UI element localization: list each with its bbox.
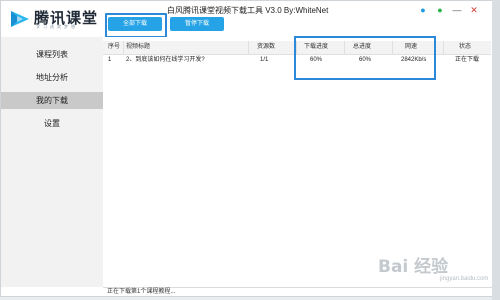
- column-header-index[interactable]: 序号: [108, 41, 120, 54]
- minimize-icon[interactable]: —: [450, 3, 464, 17]
- app-logo: 腾讯课堂 学习成就梦想: [9, 7, 101, 31]
- column-divider: [392, 41, 393, 54]
- tencent-classroom-logo-icon: [11, 11, 29, 27]
- download-list-panel: 序号 视频标题 资源数 下载进度 总进度 网速 状态 1 2、到底该如何在线学习…: [103, 37, 491, 287]
- row-speed: 2842Kb/s: [401, 57, 427, 63]
- background-strip: [492, 0, 500, 300]
- table-header: 序号 视频标题 资源数 下载进度 总进度 网速 状态: [103, 41, 491, 55]
- row-total-progress: 60%: [359, 57, 372, 63]
- logo-subtitle: 学习成就梦想: [36, 24, 78, 29]
- column-divider: [123, 41, 124, 54]
- status-bar: 正在下载第1个课程教程...: [103, 287, 495, 297]
- watermark-subtext: jingyan.baidu.com: [440, 276, 489, 282]
- sidebar-item-settings[interactable]: 设置: [1, 115, 103, 132]
- column-header-total-progress[interactable]: 总进度: [353, 41, 371, 54]
- row-download-progress: 60%: [310, 57, 323, 63]
- column-header-speed[interactable]: 网速: [405, 41, 417, 54]
- column-divider: [344, 41, 345, 54]
- column-divider: [248, 41, 249, 54]
- wechat-icon[interactable]: ●: [433, 3, 447, 17]
- column-divider: [296, 41, 297, 54]
- row-index: 1: [108, 57, 112, 63]
- app-title: 白风腾讯课堂视频下载工具 V3.0 By:WhiteNet: [167, 6, 329, 15]
- sidebar-item-url-analysis[interactable]: 地址分析: [1, 69, 103, 86]
- column-header-resources[interactable]: 资源数: [257, 41, 275, 54]
- sidebar: 课程列表 地址分析 我的下载 设置: [1, 37, 103, 287]
- column-divider: [443, 41, 444, 54]
- watermark-text: Bai 经验: [378, 257, 449, 277]
- qq-icon[interactable]: ●: [416, 3, 430, 17]
- row-title: 2、到底该如何在线学习开发?: [126, 57, 205, 63]
- row-status: 正在下载: [455, 57, 480, 63]
- column-header-status[interactable]: 状态: [459, 41, 471, 54]
- download-all-button[interactable]: 全部下载: [108, 17, 162, 31]
- column-header-download-progress[interactable]: 下载进度: [304, 41, 328, 54]
- column-header-title[interactable]: 视频标题: [126, 41, 150, 54]
- table-row[interactable]: 1 2、到底该如何在线学习开发? 1/1 60% 60% 2842Kb/s 正在…: [103, 54, 491, 67]
- pause-download-button[interactable]: 暂停下载: [170, 17, 224, 31]
- sidebar-item-course-list[interactable]: 课程列表: [1, 46, 103, 63]
- close-icon[interactable]: ✕: [467, 3, 481, 17]
- title-bar: 腾讯课堂 学习成就梦想 白风腾讯课堂视频下载工具 V3.0 By:WhiteNe…: [1, 1, 493, 38]
- window-controls: ● ● — ✕: [416, 3, 481, 17]
- sidebar-item-my-downloads[interactable]: 我的下载: [1, 92, 103, 109]
- row-resources: 1/1: [260, 57, 269, 63]
